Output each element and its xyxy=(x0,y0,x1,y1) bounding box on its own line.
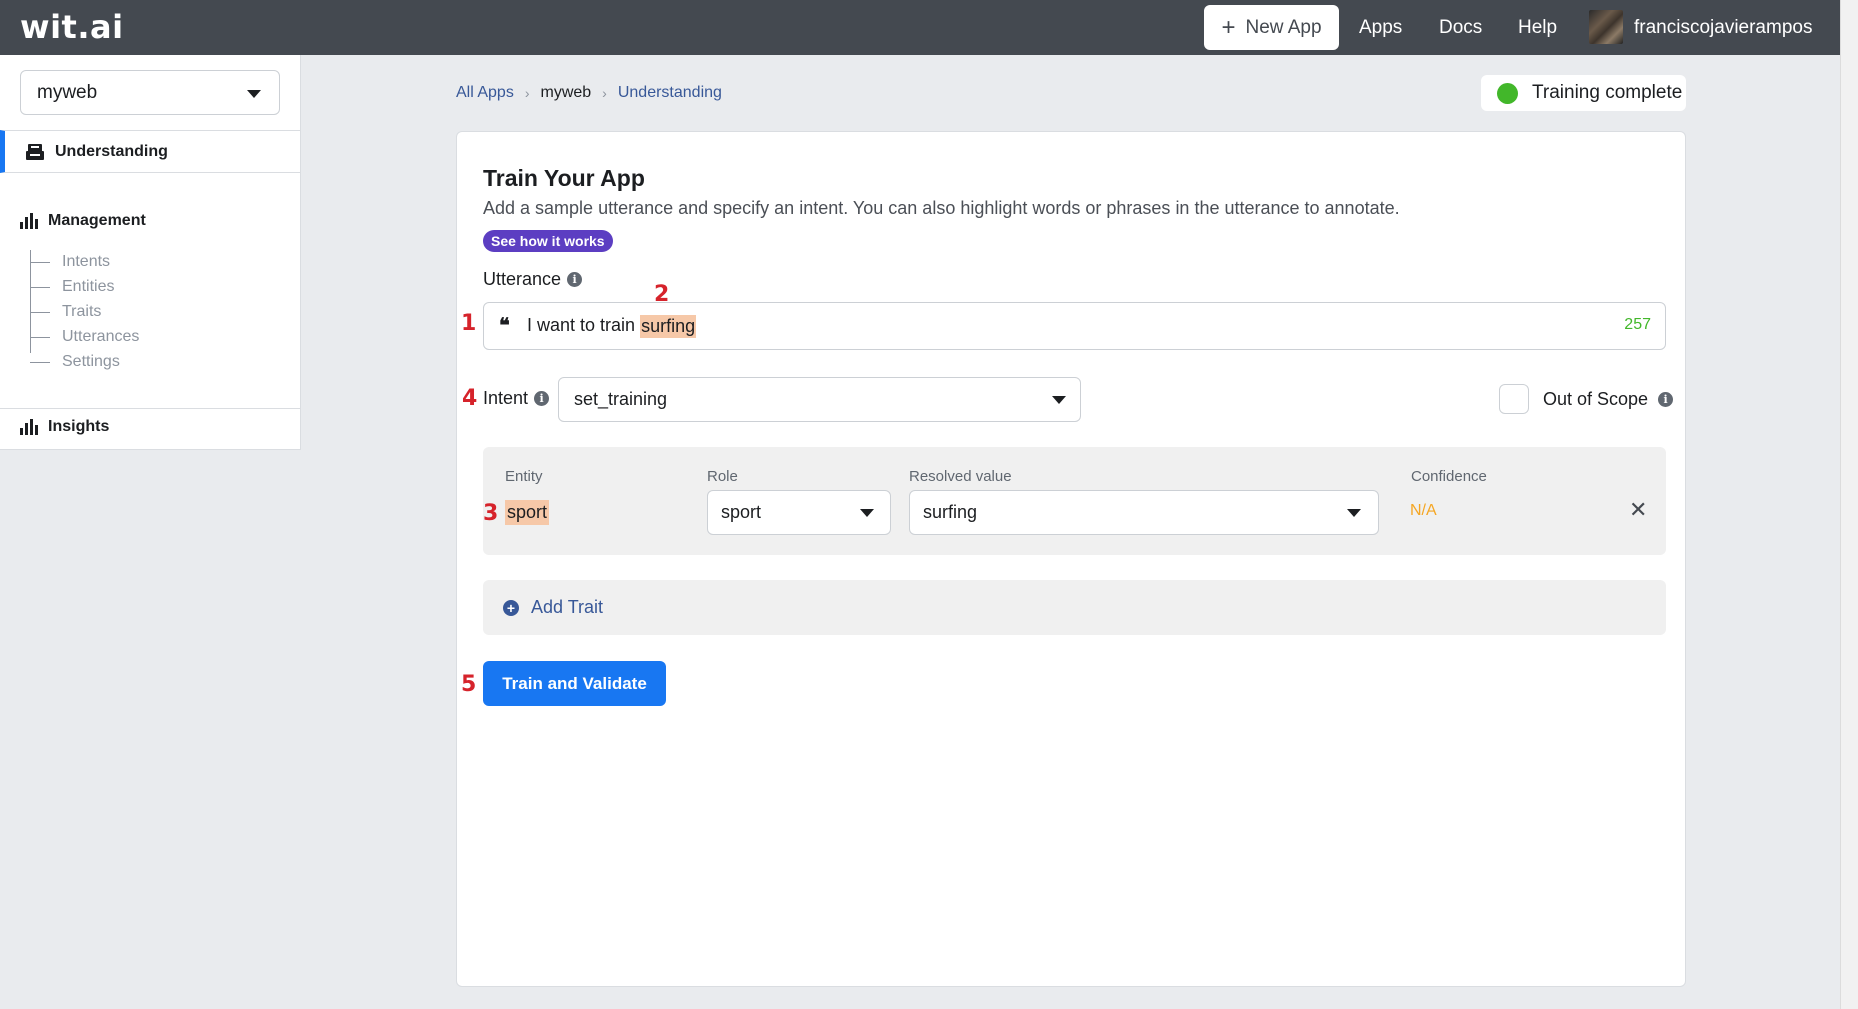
username[interactable]: franciscojavierampos xyxy=(1634,17,1812,39)
resolved-header: Resolved value xyxy=(909,468,1012,485)
intent-value: set_training xyxy=(574,389,668,409)
training-status: Training complete xyxy=(1481,75,1686,111)
add-trait-label: Add Trait xyxy=(531,597,604,617)
caret-down-icon xyxy=(860,509,874,517)
train-and-validate-button[interactable]: Train and Validate xyxy=(483,661,666,706)
bar-chart-icon xyxy=(20,213,38,229)
role-header: Role xyxy=(707,468,738,485)
caret-down-icon xyxy=(1052,396,1066,404)
close-icon[interactable]: ✕ xyxy=(1629,497,1647,523)
out-of-scope: Out of Scope i xyxy=(1499,384,1674,414)
entity-row: Entity Role Resolved value Confidence sp… xyxy=(483,447,1666,555)
utterance-highlight[interactable]: surfing xyxy=(640,315,697,338)
confidence-value: N/A xyxy=(1410,502,1437,519)
train-card: Train Your App Add a sample utterance an… xyxy=(456,131,1686,987)
utterance-text: I want to train surfing xyxy=(527,315,697,338)
top-navbar: wit.ai + New App Apps Docs Help francisc… xyxy=(0,0,1840,55)
new-app-button[interactable]: + New App xyxy=(1204,5,1339,50)
sidebar-item-traits[interactable]: Traits xyxy=(30,300,230,325)
page-description: Add a sample utterance and specify an in… xyxy=(483,198,1400,218)
plus-circle-icon: + xyxy=(503,599,519,616)
intent-label: Intent i xyxy=(483,388,550,409)
avatar[interactable] xyxy=(1589,10,1623,44)
out-of-scope-checkbox[interactable] xyxy=(1499,384,1529,414)
chevron-right-icon: › xyxy=(602,85,607,101)
app-selector-value: myweb xyxy=(37,81,98,103)
entity-name: sport xyxy=(505,500,550,525)
sidebar-item-settings[interactable]: Settings xyxy=(30,340,230,370)
chevron-right-icon: › xyxy=(524,85,530,101)
annotation-marker-4: 4 xyxy=(462,386,478,411)
caret-down-icon xyxy=(247,90,261,98)
status-label: Training complete xyxy=(1532,82,1683,103)
inbox-icon xyxy=(26,143,44,160)
bar-chart-icon xyxy=(20,419,38,435)
intent-select[interactable]: set_training xyxy=(558,377,1081,422)
annotation-marker-3: 3 xyxy=(483,501,499,526)
resolved-value-select[interactable]: surfing xyxy=(909,490,1379,535)
info-icon[interactable]: i xyxy=(1658,391,1674,407)
caret-down-icon xyxy=(1347,509,1361,517)
role-select[interactable]: sport xyxy=(707,490,891,535)
utterance-label: Utterance i xyxy=(483,269,583,290)
breadcrumb-app[interactable]: myweb xyxy=(540,84,591,102)
nav-apps[interactable]: Apps xyxy=(1359,17,1402,39)
sidebar-item-understanding[interactable]: Understanding xyxy=(0,130,301,173)
sidebar-item-management[interactable]: Management xyxy=(20,212,146,230)
nav-help[interactable]: Help xyxy=(1518,17,1557,39)
out-of-scope-label: Out of Scope xyxy=(1543,388,1649,409)
sidebar-item-intents[interactable]: Intents xyxy=(30,250,230,275)
nav-docs[interactable]: Docs xyxy=(1439,17,1482,39)
sidebar-item-entities[interactable]: Entities xyxy=(30,275,230,300)
info-icon[interactable]: i xyxy=(534,391,550,406)
breadcrumb: All Apps › myweb › Understanding xyxy=(456,84,722,102)
sidebar-divider xyxy=(0,408,301,409)
annotation-marker-1: 1 xyxy=(461,311,477,336)
sidebar-item-label: Management xyxy=(48,212,146,229)
status-dot-icon xyxy=(1497,82,1518,104)
sidebar: myweb Understanding Management Intents E… xyxy=(0,55,301,450)
annotation-marker-5: 5 xyxy=(461,672,477,697)
char-count: 257 xyxy=(1624,316,1651,333)
sidebar-item-insights[interactable]: Insights xyxy=(20,418,109,436)
new-app-label: New App xyxy=(1245,16,1322,38)
scrollbar[interactable] xyxy=(1840,0,1858,1009)
annotation-marker-2: 2 xyxy=(654,282,670,307)
info-icon[interactable]: i xyxy=(567,272,583,287)
confidence-header: Confidence xyxy=(1411,468,1487,485)
entity-header: Entity xyxy=(505,468,543,485)
see-how-it-works-badge[interactable]: See how it works xyxy=(483,230,613,252)
breadcrumb-current: Understanding xyxy=(617,84,722,101)
wit-logo[interactable]: wit.ai xyxy=(20,8,124,46)
utterance-input[interactable]: ❝ I want to train surfing 257 xyxy=(483,302,1666,350)
add-trait-button[interactable]: + Add Trait xyxy=(483,580,1666,635)
app-selector[interactable]: myweb xyxy=(20,70,280,115)
plus-icon: + xyxy=(1221,13,1236,41)
breadcrumb-all-apps[interactable]: All Apps xyxy=(456,84,514,102)
sidebar-item-label: Insights xyxy=(48,418,110,435)
page-title: Train Your App xyxy=(483,165,645,191)
sidebar-item-label: Understanding xyxy=(55,142,168,160)
quote-icon: ❝ xyxy=(499,313,510,337)
